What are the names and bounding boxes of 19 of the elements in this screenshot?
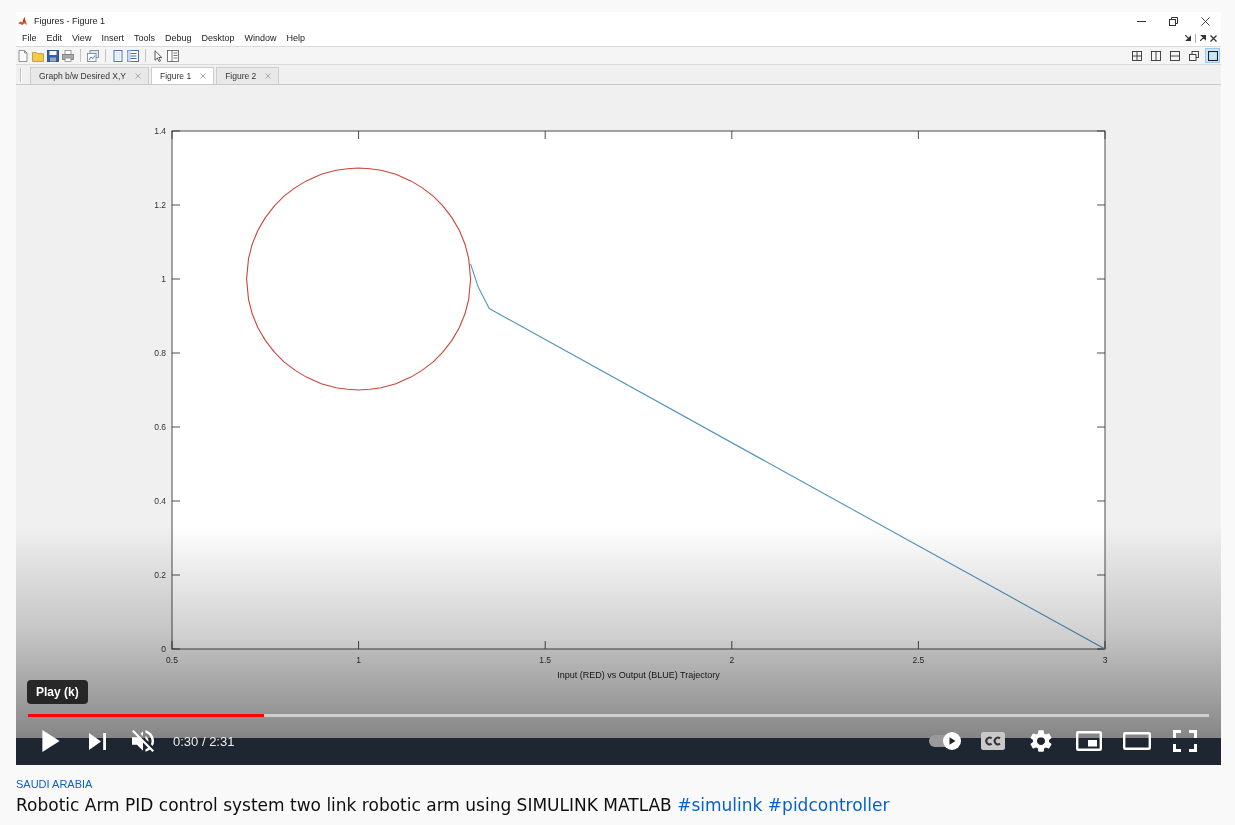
window-title: Figures - Figure 1 [34,16,106,26]
tick-label: 0.6 [154,422,166,432]
tick-label: 1 [356,655,361,665]
tick-label: 0.2 [154,570,166,580]
tick-label: 2.5 [912,655,925,665]
tick-label: 0.4 [154,496,166,506]
tick-label: 2 [729,655,735,665]
time-display: 0:30 / 2:31 [173,733,235,749]
axis-label: Input (RED) vs Output (BLUE) Trajectory [557,670,720,680]
tick-label: 0 [161,644,166,654]
tick-label: 1.5 [539,655,552,665]
tick-label: 1.4 [154,126,166,136]
tick-label: 3 [1102,655,1108,665]
tick-label: 0.8 [154,348,166,358]
tick-label: 0.5 [166,655,178,665]
tooltip: Play (k) [27,680,88,704]
tick-label: 1.2 [154,200,166,210]
video-title: Robotic Arm PID control system two link robotic arm using SIMULINK MATLAB #simulink #pidcontroller [16,795,890,815]
tick-label: 1 [161,274,166,284]
